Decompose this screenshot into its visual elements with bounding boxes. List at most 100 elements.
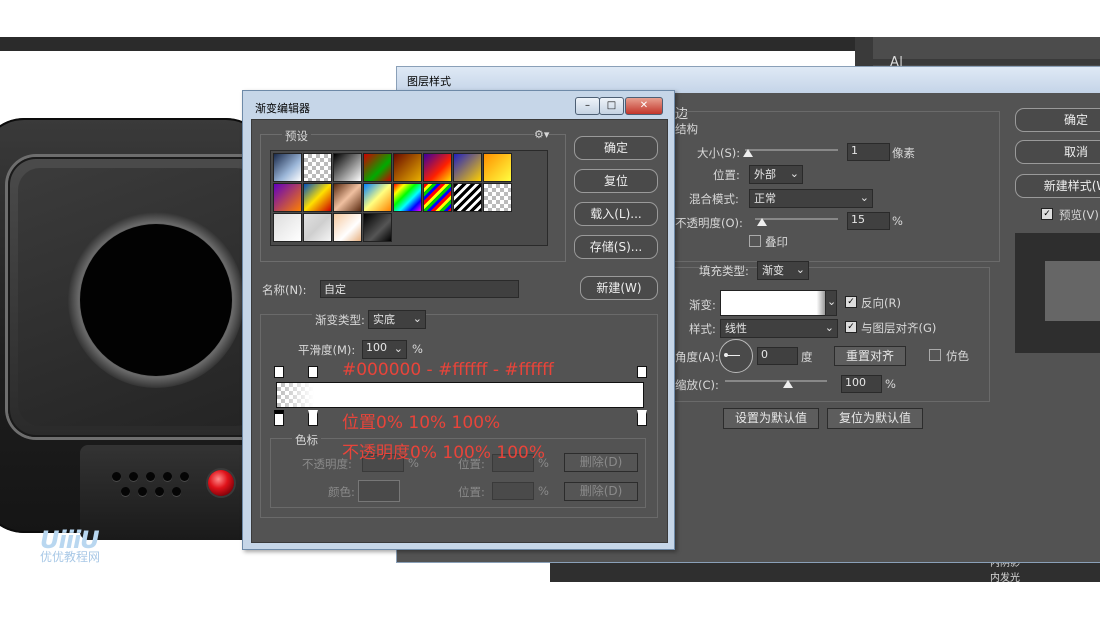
grad-new-button[interactable]: 新建(W) bbox=[580, 276, 658, 300]
watermark: UiiiU 优优教程网 bbox=[40, 526, 100, 565]
preset-swatch[interactable] bbox=[363, 183, 392, 212]
size-slider-thumb[interactable] bbox=[743, 149, 753, 157]
gradient-label: 渐变: bbox=[689, 298, 716, 312]
scale-slider-thumb[interactable] bbox=[783, 380, 793, 388]
preset-swatch[interactable] bbox=[333, 153, 362, 182]
size-input[interactable]: 1 bbox=[847, 143, 890, 161]
style-select[interactable]: 线性 ⌄ bbox=[720, 319, 838, 338]
overprint-checkbox[interactable] bbox=[749, 235, 761, 247]
chevron-down-icon: ⌄ bbox=[824, 321, 834, 334]
scale-slider[interactable] bbox=[725, 380, 827, 382]
minimize-icon[interactable]: – bbox=[575, 97, 600, 115]
preset-swatch[interactable] bbox=[273, 183, 302, 212]
preset-swatch[interactable] bbox=[363, 153, 392, 182]
preset-swatch[interactable] bbox=[273, 213, 302, 242]
type-select[interactable]: 实底 ⌄ bbox=[368, 310, 426, 329]
preset-swatch[interactable] bbox=[303, 183, 332, 212]
stop-color-swatch[interactable] bbox=[358, 480, 400, 502]
set-default-button[interactable]: 设置为默认值 bbox=[723, 408, 819, 429]
opacity-unit: % bbox=[892, 214, 903, 228]
angle-input[interactable]: 0 bbox=[757, 347, 798, 365]
stop-color-position-unit: % bbox=[538, 484, 549, 498]
preset-swatch[interactable] bbox=[303, 153, 332, 182]
preview-checkbox[interactable]: ✓ bbox=[1041, 208, 1053, 220]
overprint-label: 叠印 bbox=[765, 235, 788, 249]
scale-input[interactable]: 100 bbox=[841, 375, 882, 393]
fill-type-select[interactable]: 渐变 ⌄ bbox=[757, 261, 809, 280]
fill-type-label: 填充类型: bbox=[699, 264, 749, 278]
preset-swatch[interactable] bbox=[483, 183, 512, 212]
structure-group bbox=[673, 111, 1000, 262]
gradient-editor-title: 渐变编辑器 bbox=[255, 102, 310, 115]
smooth-select[interactable]: 100 ⌄ bbox=[362, 340, 407, 359]
grad-reset-button[interactable]: 复位 bbox=[574, 169, 658, 193]
stop-color-position-label: 位置: bbox=[458, 485, 485, 499]
name-input[interactable]: 自定 bbox=[320, 280, 519, 298]
grad-ok-button[interactable]: 确定 bbox=[574, 136, 658, 160]
smooth-label: 平滑度(M): bbox=[298, 343, 356, 357]
gradient-swatch[interactable] bbox=[720, 290, 826, 316]
chevron-down-icon: ⌄ bbox=[859, 191, 869, 204]
preset-swatch[interactable] bbox=[423, 183, 452, 212]
maximize-icon[interactable]: □ bbox=[599, 97, 624, 115]
chevron-down-icon: ⌄ bbox=[393, 342, 403, 355]
stops-label: 色标 bbox=[292, 432, 321, 448]
opacity-slider-thumb[interactable] bbox=[757, 218, 767, 226]
watermark-sub: 优优教程网 bbox=[40, 550, 101, 564]
angle-dial[interactable] bbox=[719, 339, 753, 373]
red-led bbox=[208, 470, 234, 496]
color-stop-white[interactable] bbox=[308, 410, 318, 426]
blend-label: 混合模式: bbox=[689, 192, 739, 206]
preset-swatch[interactable] bbox=[363, 213, 392, 242]
grad-save-button[interactable]: 存储(S)... bbox=[574, 235, 658, 259]
side-item-2: 内发光 bbox=[990, 573, 1020, 584]
layer-ok-button[interactable]: 确定 bbox=[1015, 108, 1100, 132]
grad-load-button[interactable]: 载入(L)... bbox=[574, 202, 658, 226]
opacity-stop[interactable] bbox=[637, 366, 647, 378]
layer-style-title: 图层样式 bbox=[407, 75, 451, 88]
size-label: 大小(S): bbox=[697, 146, 741, 160]
reverse-label: 反向(R) bbox=[861, 296, 901, 310]
opacity-stop[interactable] bbox=[308, 366, 318, 378]
reset-default-button[interactable]: 复位为默认值 bbox=[827, 408, 923, 429]
size-slider[interactable] bbox=[745, 149, 838, 151]
opacity-slider[interactable] bbox=[755, 218, 838, 220]
color-stop-white[interactable] bbox=[637, 410, 647, 426]
scale-unit: % bbox=[885, 377, 896, 391]
opacity-stop[interactable] bbox=[274, 366, 284, 378]
gear-icon[interactable]: ⚙▾ bbox=[534, 128, 550, 141]
preset-swatch[interactable] bbox=[333, 183, 362, 212]
new-style-button[interactable]: 新建样式(W bbox=[1015, 174, 1100, 198]
close-icon[interactable]: ✕ bbox=[625, 97, 663, 115]
reverse-checkbox[interactable]: ✓ bbox=[845, 296, 857, 308]
opacity-input[interactable]: 15 bbox=[847, 212, 890, 230]
align-checkbox[interactable]: ✓ bbox=[845, 321, 857, 333]
delete-color-stop-button[interactable]: 删除(D) bbox=[564, 482, 638, 501]
preset-swatch[interactable] bbox=[453, 153, 482, 182]
blend-select[interactable]: 正常 ⌄ bbox=[749, 189, 873, 208]
position-select[interactable]: 外部 ⌄ bbox=[749, 165, 803, 184]
preset-swatch[interactable] bbox=[423, 153, 452, 182]
annotation-opacities: 不透明度0% 100% 100% bbox=[342, 443, 545, 463]
gradient-dropdown[interactable]: ⌄ bbox=[825, 290, 837, 316]
preset-swatch[interactable] bbox=[333, 213, 362, 242]
gradient-bar[interactable] bbox=[276, 382, 644, 408]
preset-swatch[interactable] bbox=[303, 213, 332, 242]
dither-checkbox[interactable] bbox=[929, 349, 941, 361]
preset-swatch[interactable] bbox=[453, 183, 482, 212]
gradient-editor-dialog: 渐变编辑器 – □ ✕ 预设 ⚙▾ 确定 复位 载入(L)... 存储(S)..… bbox=[242, 90, 675, 550]
preset-swatch[interactable] bbox=[393, 183, 422, 212]
preset-swatch[interactable] bbox=[393, 153, 422, 182]
color-stop-black[interactable] bbox=[274, 410, 284, 426]
layer-cancel-button[interactable]: 取消 bbox=[1015, 140, 1100, 164]
chevron-down-icon: ⌄ bbox=[789, 167, 799, 180]
reset-align-button[interactable]: 重置对齐 bbox=[834, 346, 906, 366]
angle-label: 角度(A): bbox=[675, 350, 719, 364]
size-unit: 像素 bbox=[892, 146, 915, 160]
chevron-down-icon: ⌄ bbox=[827, 295, 837, 308]
stop-color-label: 颜色: bbox=[328, 485, 355, 499]
stop-color-position-input[interactable] bbox=[492, 482, 534, 500]
preset-swatch[interactable] bbox=[483, 153, 512, 182]
preset-swatch[interactable] bbox=[273, 153, 302, 182]
delete-opacity-stop-button[interactable]: 删除(D) bbox=[564, 453, 638, 472]
